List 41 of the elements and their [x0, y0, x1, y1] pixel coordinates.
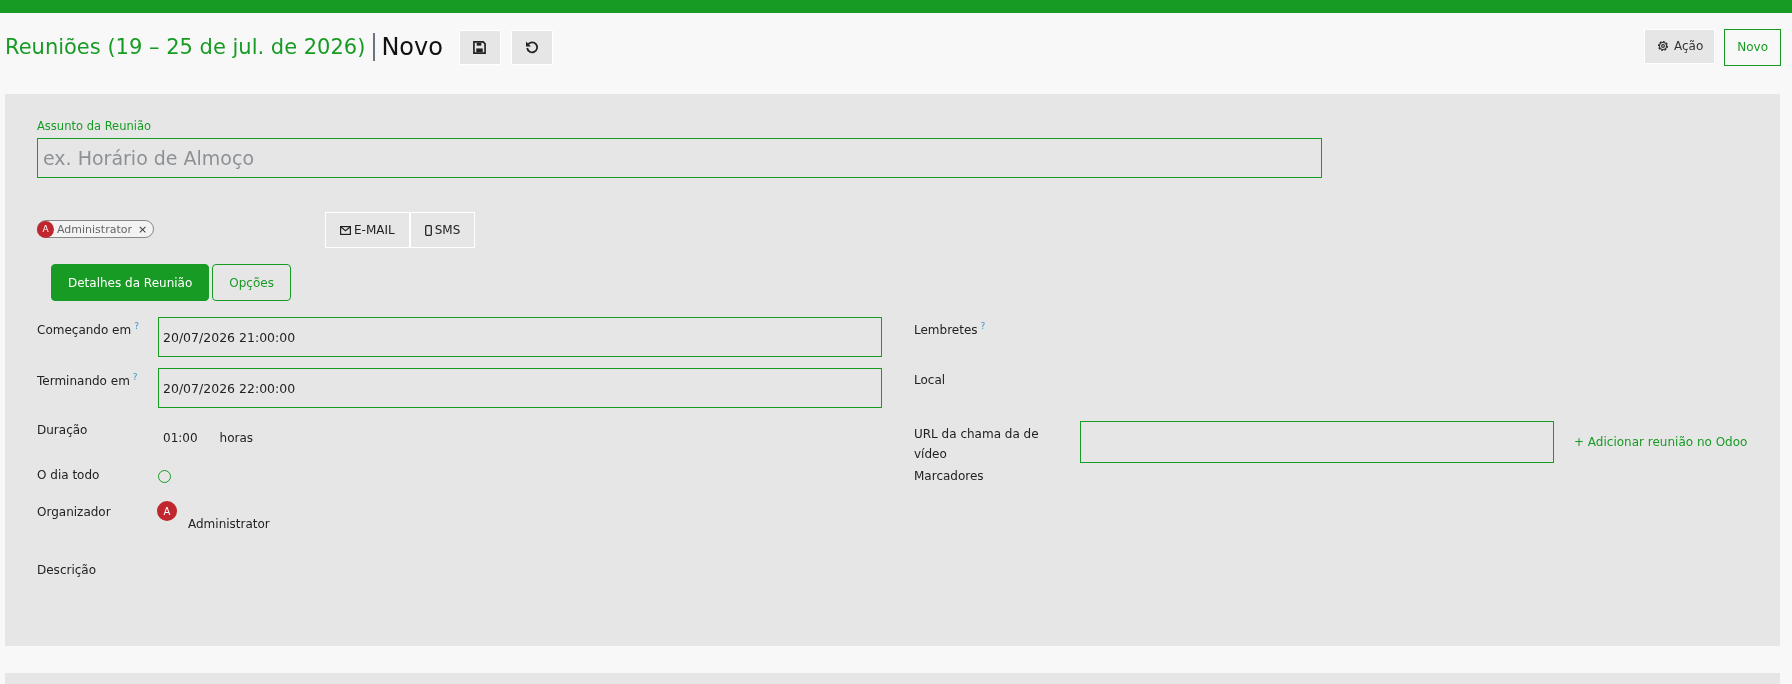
undo-icon	[524, 40, 539, 54]
field-label: Duração	[37, 423, 88, 437]
field-label: Descrição	[37, 563, 97, 577]
add-meeting-link[interactable]: + Adicionar reunião no Odoo	[1574, 435, 1748, 449]
breadcrumb-link[interactable]: Reuniões (19 – 25 de jul. de 2026)	[5, 35, 366, 59]
field-label: Terminando em	[37, 374, 130, 388]
tab[interactable]: Opções	[212, 264, 291, 301]
help-icon[interactable]: ?	[132, 372, 138, 382]
email-button[interactable]: E-MAIL	[325, 212, 410, 248]
subject-field[interactable]: ex. Horário de Almoço	[37, 138, 1322, 178]
save-button[interactable]	[458, 29, 501, 65]
remove-button[interactable]: ×	[138, 222, 148, 236]
field-label: Organizador	[37, 505, 111, 519]
url-field[interactable]	[1080, 421, 1554, 463]
duration-unit: horas	[219, 431, 254, 445]
field-label: O dia todo	[37, 468, 100, 482]
help-icon[interactable]: ?	[134, 321, 139, 331]
date-field[interactable]: 20/07/2026 21:00:00	[158, 317, 882, 357]
date-field[interactable]: 20/07/2026 22:00:00	[158, 368, 882, 408]
save-icon	[473, 40, 487, 54]
field-label: Começando em	[37, 323, 132, 337]
page-title: Novo	[381, 33, 443, 61]
avatar-icon: A	[37, 220, 54, 238]
phone-icon	[424, 224, 432, 236]
sms-button[interactable]: SMS	[409, 212, 476, 248]
field-label: Local	[914, 373, 946, 387]
organizer-name[interactable]: Administrator	[188, 517, 270, 531]
help-icon[interactable]: ?	[980, 321, 986, 331]
avatar-icon: A	[157, 501, 177, 521]
attendee-tag: A Administrator ×	[37, 220, 155, 238]
action-button[interactable]: Ação	[1643, 28, 1716, 64]
duration-value: 01:00	[163, 431, 198, 445]
field-label: URL da chama da de vídeo	[914, 427, 1039, 461]
field-label: Assunto da Reunião	[37, 119, 153, 133]
gear-icon	[1655, 39, 1670, 53]
envelope-icon	[340, 225, 351, 235]
field-label: Lembretes	[914, 323, 978, 337]
field-label: Marcadores	[914, 469, 984, 483]
tab[interactable]: Detalhes da Reunião	[51, 264, 210, 301]
discard-button[interactable]	[510, 29, 553, 65]
new-button[interactable]: Novo	[1724, 28, 1781, 66]
